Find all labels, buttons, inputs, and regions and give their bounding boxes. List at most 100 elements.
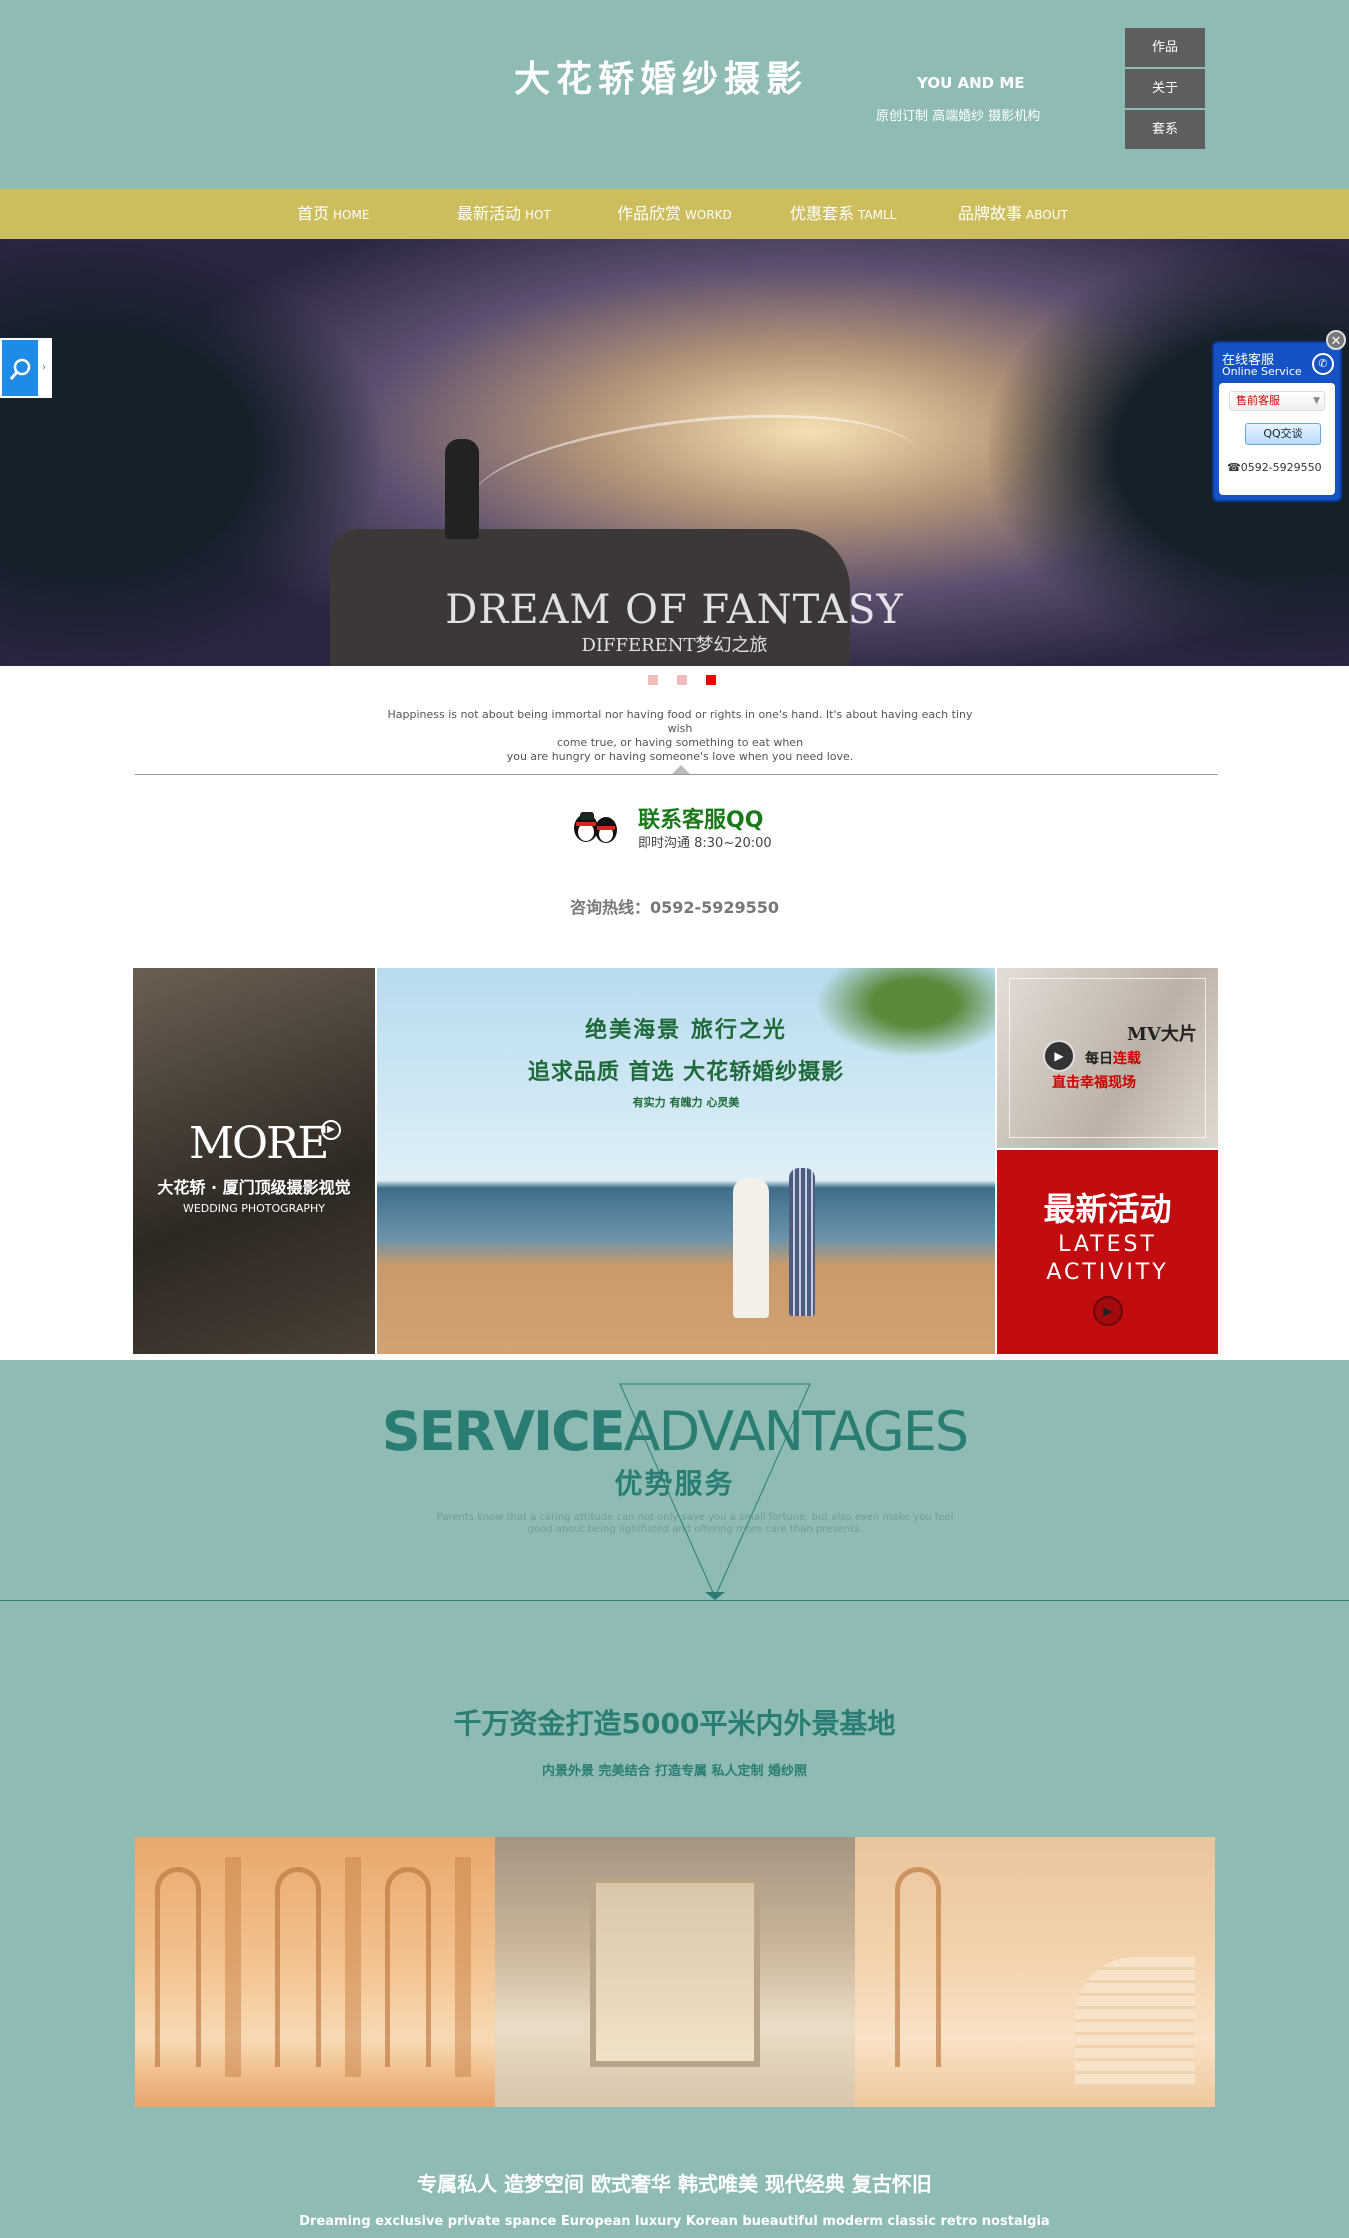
online-service-subtitle: Online Service: [1222, 365, 1302, 378]
quick-link-about[interactable]: 关于: [1125, 69, 1205, 108]
hero-couple-image: [445, 439, 479, 539]
online-service-body: 售前客服 ▼ QQ交谈 ☎0592-5929550: [1219, 383, 1335, 495]
arch-decoration: [155, 1867, 201, 2067]
section-divider: [135, 774, 1218, 775]
slogan-cn: 原创订制 高端婚纱 摄影机构: [876, 109, 1041, 124]
activity-title-en: LATEST: [1058, 1232, 1157, 1257]
site-header: 大花轿婚纱摄影 YOU AND ME 原创订制 高端婚纱 摄影机构 作品 关于 …: [0, 0, 1349, 189]
service-desc-line: good about being lightfisted and offerin…: [527, 1524, 863, 1535]
qq-penguin-icon: [574, 812, 617, 843]
nav-label-en: WORKD: [685, 208, 732, 222]
slider-dot[interactable]: [648, 675, 658, 685]
arrow-right-icon: ▶: [1093, 1296, 1123, 1326]
gallery-image-corridor[interactable]: [495, 1837, 855, 2107]
nav-item-hot[interactable]: 最新活动 HOT: [457, 189, 551, 239]
service-title-bold: SERVICE: [381, 1400, 626, 1463]
more-subtitle-en: WEDDING PHOTOGRAPHY: [182, 1202, 326, 1215]
footer-tagline-en: Dreaming exclusive private spance Europe…: [299, 2214, 1050, 2229]
gallery-image-staircase[interactable]: [855, 1837, 1215, 2107]
quick-links: 作品 关于 套系: [1125, 28, 1205, 151]
beach-subline: 有实力 有魄力 心灵美: [632, 1096, 740, 1109]
arch-decoration: [385, 1867, 431, 2067]
close-icon[interactable]: ✕: [1326, 330, 1346, 350]
search-icon: [8, 356, 36, 384]
phone-number: 0592-5929550: [1240, 461, 1322, 474]
beach-headline: 绝美海景 旅行之光: [585, 1018, 787, 1043]
service-type-select[interactable]: 售前客服 ▼: [1229, 391, 1325, 411]
hotline: 咨询热线：0592-5929550: [569, 898, 780, 917]
staircase-decoration: [1075, 1957, 1195, 2087]
intro-quote: Happiness is not about being immortal no…: [380, 708, 980, 764]
play-icon: ▶: [1043, 1040, 1075, 1072]
base-subtitle: 内景外景 完美结合 打造专属 私人定制 婚纱照: [541, 1764, 808, 1779]
qq-hours: 即时沟通 8:30~20:00: [638, 836, 772, 851]
groom-image: [789, 1168, 815, 1316]
banner-more[interactable]: MORE ▶ 大花轿 · 厦门顶级摄影视觉 WEDDING PHOTOGRAPH…: [133, 968, 375, 1354]
phone-icon: ✆: [1312, 353, 1334, 375]
arrow-right-icon: ▶: [321, 1120, 341, 1140]
quote-line: come true, or having something to eat wh…: [556, 736, 804, 749]
mv-tagline: 每日连载: [1085, 1048, 1141, 1068]
doorway-decoration: [590, 1877, 760, 2067]
bride-image: [733, 1178, 769, 1318]
mv-title: MV大片: [1127, 1024, 1197, 1045]
slider-dot-active[interactable]: [706, 675, 716, 685]
nav-label-cn: 最新活动: [457, 204, 522, 223]
slider-dots: [648, 670, 735, 689]
qq-title: 联系客服QQ: [638, 808, 764, 833]
hero-title: DREAM OF FANTASY: [445, 587, 904, 633]
nav-label-cn: 优惠套系: [790, 204, 855, 223]
arch-decoration: [275, 1867, 321, 2067]
nav-item-packages[interactable]: 优惠套系 TAMLL: [790, 189, 896, 239]
nav-label-en: HOME: [333, 208, 370, 222]
service-description: Parents know that a caring attitude can …: [430, 1512, 960, 1536]
nav-item-about[interactable]: 品牌故事 ABOUT: [958, 189, 1068, 239]
nav-label-cn: 品牌故事: [958, 204, 1023, 223]
base-title: 千万资金打造5000平米内外景基地: [453, 1707, 896, 1740]
online-service-panel: 在线客服 Online Service ✆ 售前客服 ▼ QQ交谈 ☎0592-5…: [1212, 341, 1342, 502]
telephone-icon: ☎: [1227, 461, 1241, 474]
column-decoration: [345, 1857, 361, 2077]
nav-item-home[interactable]: 首页 HOME: [297, 189, 369, 239]
nav-label-cn: 首页: [297, 204, 330, 223]
service-title-cn: 优势服务: [614, 1467, 735, 1500]
nav-label-en: ABOUT: [1026, 208, 1068, 222]
slider-dot[interactable]: [677, 675, 687, 685]
service-desc-line: Parents know that a caring attitude can …: [436, 1512, 954, 1523]
select-value: 售前客服: [1236, 394, 1280, 407]
activity-title-en: ACTIVITY: [1046, 1260, 1169, 1285]
nav-label-cn: 作品欣赏: [617, 204, 682, 223]
site-logo-title[interactable]: 大花轿婚纱摄影: [514, 50, 808, 102]
more-title: MORE: [189, 1118, 329, 1169]
online-service-phone: ☎0592-5929550: [1227, 461, 1322, 474]
banner-mv[interactable]: ▶ MV大片 每日连载 直击幸福现场: [997, 968, 1218, 1148]
banner-latest-activity[interactable]: 最新活动 LATEST ACTIVITY ▶: [997, 1150, 1218, 1354]
service-divider: [0, 1600, 1349, 1601]
service-title-light: ADVANTAGES: [623, 1400, 969, 1463]
more-subtitle-cn: 大花轿 · 厦门顶级摄影视觉: [157, 1178, 351, 1197]
chevron-right-icon: ›: [38, 340, 50, 396]
floating-search-button[interactable]: ›: [0, 338, 52, 398]
qq-chat-button[interactable]: QQ交谈: [1245, 423, 1321, 445]
quick-link-packages[interactable]: 套系: [1125, 110, 1205, 149]
footer-tagline-cn: 专属私人 造梦空间 欧式奢华 韩式唯美 现代经典 复古怀旧: [417, 2172, 932, 2196]
nav-label-en: HOT: [525, 208, 551, 222]
main-nav: 首页 HOME 最新活动 HOT 作品欣赏 WORKD 优惠套系 TAMLL 品牌故事 A…: [0, 189, 1349, 239]
service-title: SERVICEADVANTAGES: [0, 1400, 1349, 1463]
mv-tagline-highlight: 连载: [1113, 1051, 1141, 1067]
nav-item-works[interactable]: 作品欣赏 WORKD: [617, 189, 732, 239]
mv-tagline-prefix: 每日: [1085, 1051, 1113, 1067]
quote-line: you are hungry or having someone's love …: [506, 750, 854, 763]
quote-line: Happiness is not about being immortal no…: [387, 708, 973, 735]
slogan-en: YOU AND ME: [917, 74, 1025, 92]
hero-subtitle: DIFFERENT梦幻之旅: [581, 635, 768, 656]
banner-beach[interactable]: 绝美海景 旅行之光 追求品质 首选 大花轿婚纱摄影 有实力 有魄力 心灵美: [377, 968, 995, 1354]
activity-title-cn: 最新活动: [1043, 1190, 1172, 1228]
gallery-image-hall[interactable]: [135, 1837, 495, 2107]
chevron-down-icon: ▼: [1313, 396, 1320, 406]
mv-subline: 直击幸福现场: [1052, 1075, 1136, 1091]
beach-tagline: 追求品质 首选 大花轿婚纱摄影: [527, 1060, 845, 1085]
arch-decoration: [895, 1867, 941, 2067]
quick-link-works[interactable]: 作品: [1125, 28, 1205, 67]
hero-slider[interactable]: DREAM OF FANTASY DIFFERENT梦幻之旅: [0, 239, 1349, 666]
